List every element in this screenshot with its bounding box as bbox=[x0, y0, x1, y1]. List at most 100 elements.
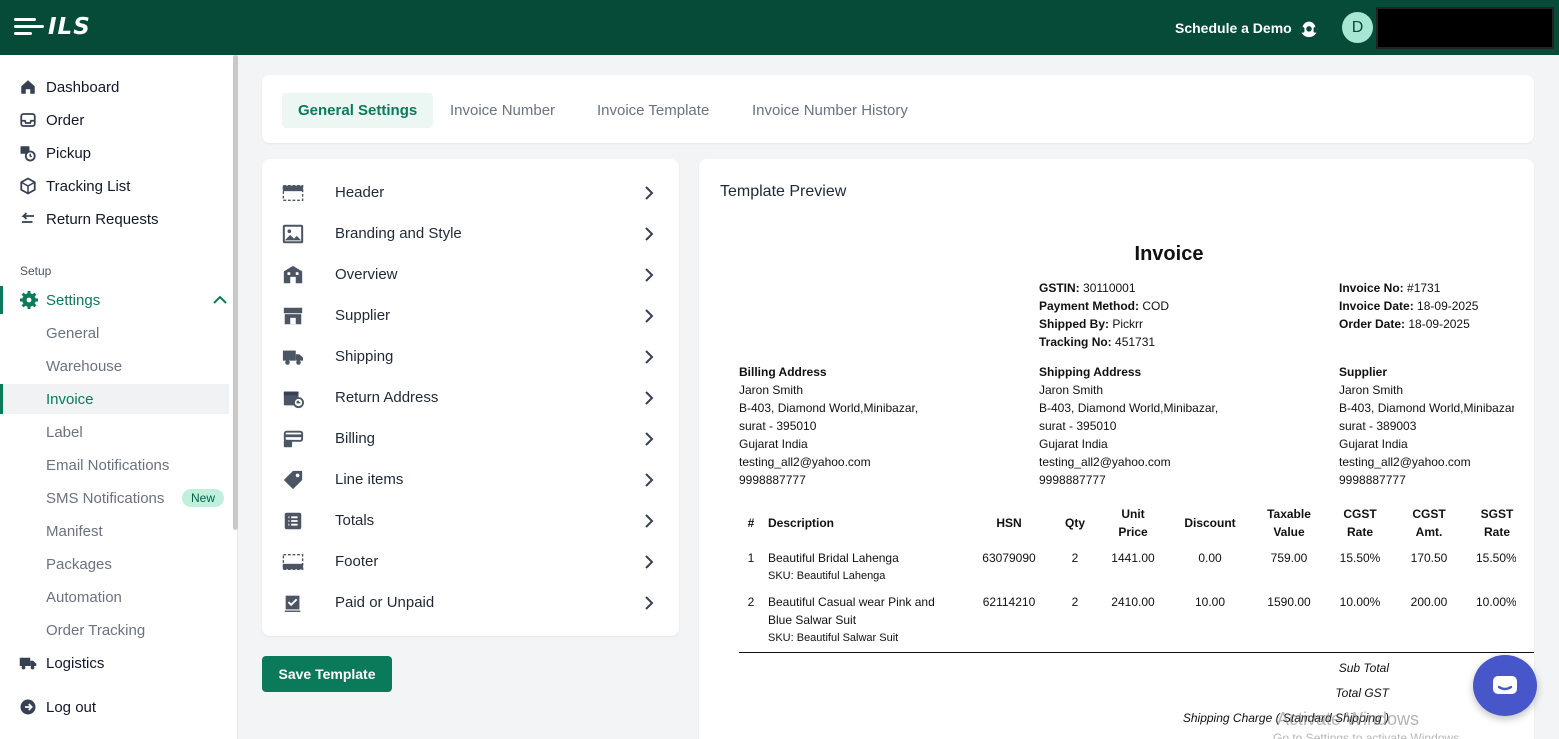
schedule-demo-button[interactable]: Schedule a Demo bbox=[1175, 17, 1320, 39]
sidebar-item-pickup[interactable]: Pickup bbox=[0, 139, 229, 167]
sidebar-subitem-invoice[interactable]: Invoice bbox=[0, 384, 229, 414]
row1-discount: 0.00 bbox=[1198, 551, 1222, 565]
sidebar-subitem-label: Manifest bbox=[46, 522, 103, 540]
address-line: Jaron Smith bbox=[739, 383, 804, 397]
row1-num: 1 bbox=[747, 551, 755, 565]
sidebar-subitem-label: General bbox=[46, 324, 100, 342]
col-header-line: Value bbox=[1273, 525, 1305, 539]
logout-button[interactable]: Log out bbox=[0, 693, 229, 721]
sidebar-subitem-label-settings[interactable]: Label bbox=[0, 417, 229, 447]
supplier-address-block: Supplier Jaron Smith B-403, Diamond Worl… bbox=[1339, 363, 1514, 489]
sidebar-subitem-order-tracking[interactable]: Order Tracking bbox=[0, 615, 229, 645]
meta-key: Shipped By: bbox=[1039, 317, 1110, 331]
avatar[interactable]: D bbox=[1342, 12, 1373, 43]
address-line: 9998887777 bbox=[739, 473, 806, 487]
sidebar-item-label: Settings bbox=[46, 291, 101, 309]
row1-description: Beautiful Bridal Lahenga SKU: Beautiful L… bbox=[768, 549, 899, 585]
sidebar-scrollbar[interactable] bbox=[233, 55, 238, 530]
chat-widget-button[interactable] bbox=[1473, 655, 1537, 716]
sidebar-subitem-manifest[interactable]: Manifest bbox=[0, 516, 229, 546]
sidebar-item-label: Dashboard bbox=[46, 78, 120, 96]
template-preview-panel: Template Preview Invoice GSTIN: 30110001… bbox=[699, 159, 1534, 739]
sidebar-subitem-general[interactable]: General bbox=[0, 318, 229, 348]
sidebar-item-return-requests[interactable]: Return Requests bbox=[0, 205, 229, 233]
sidebar-item-order[interactable]: Order bbox=[0, 106, 229, 134]
headset-icon bbox=[1300, 19, 1317, 38]
chevron-right-icon bbox=[645, 226, 654, 241]
chevron-right-icon bbox=[645, 472, 654, 487]
redacted-account-box[interactable] bbox=[1376, 7, 1554, 49]
tab-invoice-number[interactable]: Invoice Number bbox=[434, 93, 571, 128]
chevron-right-icon bbox=[645, 431, 654, 446]
section-label: Header bbox=[335, 184, 385, 201]
row1-price: 1441.00 bbox=[1111, 551, 1155, 565]
header-icon bbox=[282, 184, 304, 201]
shipping-address-block: Shipping Address Jaron Smith B-403, Diam… bbox=[1039, 363, 1218, 489]
col-header-unit-price: Unit Price bbox=[1107, 505, 1159, 541]
address-line: surat - 389003 bbox=[1339, 419, 1417, 433]
tab-invoice-number-history[interactable]: Invoice Number History bbox=[736, 93, 924, 128]
row2-hsn: 62114210 bbox=[982, 595, 1036, 609]
sidebar-item-label: Order bbox=[46, 111, 85, 129]
chevron-up-icon[interactable] bbox=[213, 295, 227, 305]
col-header-sgst-rate: SGST Rate bbox=[1477, 505, 1517, 541]
sidebar-item-settings[interactable]: Settings bbox=[0, 286, 229, 314]
invoice-meta-right: Invoice No: #1731 Invoice Date: 18-09-20… bbox=[1339, 279, 1478, 333]
address-title: Shipping Address bbox=[1039, 365, 1142, 379]
col-header-line: Price bbox=[1118, 525, 1148, 539]
section-supplier[interactable]: Supplier bbox=[262, 295, 679, 336]
col-header-line: Rate bbox=[1346, 525, 1373, 539]
section-label: Paid or Unpaid bbox=[335, 594, 435, 611]
meta-value: #1731 bbox=[1407, 281, 1441, 295]
sidebar-subitem-automation[interactable]: Automation bbox=[0, 582, 229, 612]
chevron-right-icon bbox=[645, 554, 654, 569]
list-icon bbox=[284, 512, 302, 529]
section-footer[interactable]: Footer bbox=[262, 541, 679, 582]
inbox-icon bbox=[20, 113, 36, 127]
sidebar-subitem-email-notifications[interactable]: Email Notifications bbox=[0, 450, 229, 480]
chevron-right-icon bbox=[645, 513, 654, 528]
row2-taxable: 1590.00 bbox=[1267, 595, 1311, 609]
section-branding-and-style[interactable]: Branding and Style bbox=[262, 213, 679, 254]
col-header-qty: Qty bbox=[1064, 516, 1085, 530]
billing-address-block: Billing Address Jaron Smith B-403, Diamo… bbox=[739, 363, 918, 489]
row2-qty: 2 bbox=[1071, 595, 1079, 609]
section-line-items[interactable]: Line items bbox=[262, 459, 679, 500]
sidebar-item-tracking-list[interactable]: Tracking List bbox=[0, 172, 229, 200]
col-header-discount: Discount bbox=[1184, 516, 1236, 530]
col-header-line: Amt. bbox=[1415, 525, 1443, 539]
section-label: Overview bbox=[335, 266, 398, 283]
section-return-address[interactable]: Return Address bbox=[262, 377, 679, 418]
return-address-icon bbox=[283, 391, 304, 408]
item-name: Beautiful Casual wear Pink and bbox=[768, 595, 935, 609]
truck-icon bbox=[282, 350, 304, 365]
return-icon bbox=[21, 212, 34, 223]
sidebar-item-dashboard[interactable]: Dashboard bbox=[0, 73, 229, 101]
sidebar-item-logistics[interactable]: Logistics bbox=[0, 649, 229, 677]
address-line: testing_all2@yahoo.com bbox=[739, 455, 871, 469]
store-icon bbox=[283, 307, 303, 324]
section-paid-or-unpaid[interactable]: Paid or Unpaid bbox=[262, 582, 679, 623]
section-label: Footer bbox=[335, 553, 379, 570]
section-header[interactable]: Header bbox=[262, 172, 679, 213]
row1-qty: 2 bbox=[1071, 551, 1079, 565]
sidebar-subitem-warehouse[interactable]: Warehouse bbox=[0, 351, 229, 381]
logo[interactable]: ILS bbox=[14, 14, 91, 40]
tab-general-settings[interactable]: General Settings bbox=[282, 93, 434, 128]
section-billing[interactable]: Billing bbox=[262, 418, 679, 459]
sidebar-subitem-packages[interactable]: Packages bbox=[0, 549, 229, 579]
section-totals[interactable]: Totals bbox=[262, 500, 679, 541]
section-label: Shipping bbox=[335, 348, 394, 365]
sidebar-subitem-sms-notifications[interactable]: SMS Notifications New bbox=[0, 483, 229, 513]
section-overview[interactable]: Overview bbox=[262, 254, 679, 295]
pickup-icon bbox=[20, 146, 36, 162]
save-template-button[interactable]: Save Template bbox=[262, 656, 392, 692]
section-label: Billing bbox=[335, 430, 376, 447]
section-shipping[interactable]: Shipping bbox=[262, 336, 679, 377]
windows-watermark-subtitle: Go to Settings to activate Windows. bbox=[1273, 731, 1463, 739]
template-sections-panel: Header Branding and Style Overview Suppl… bbox=[262, 159, 679, 636]
new-badge: New bbox=[182, 489, 225, 507]
address-line: testing_all2@yahoo.com bbox=[1039, 455, 1171, 469]
tab-invoice-template[interactable]: Invoice Template bbox=[581, 93, 725, 128]
building-icon bbox=[283, 265, 303, 283]
